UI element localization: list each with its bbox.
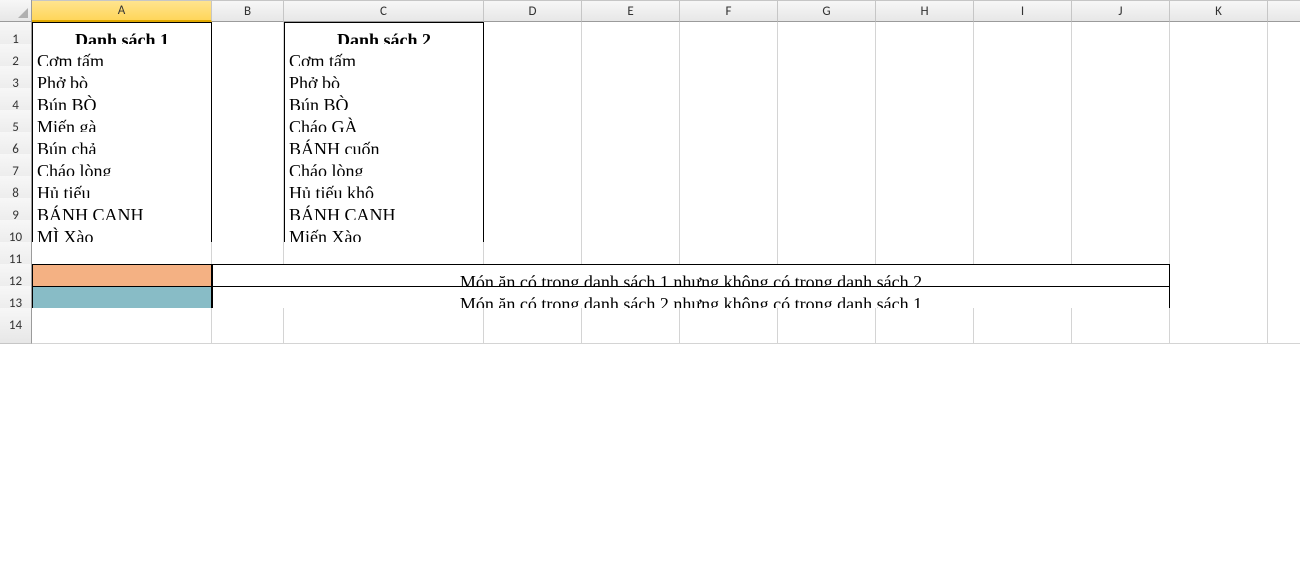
col-header-H[interactable]: H	[876, 0, 974, 22]
col-header-F[interactable]: F	[680, 0, 778, 22]
cell-B14[interactable]	[212, 308, 284, 344]
cell-H14[interactable]	[876, 308, 974, 344]
col-header-I[interactable]: I	[974, 0, 1072, 22]
row-header-14[interactable]: 14	[0, 308, 32, 344]
col-header-L[interactable]: L	[1268, 0, 1300, 22]
col-header-E[interactable]: E	[582, 0, 680, 22]
cell-K14[interactable]	[1170, 308, 1268, 344]
cell-J14[interactable]	[1072, 308, 1170, 344]
cell-C14[interactable]	[284, 308, 484, 344]
cell-E14[interactable]	[582, 308, 680, 344]
col-header-A[interactable]: A	[32, 0, 212, 22]
cell-A14[interactable]	[32, 308, 212, 344]
col-header-B[interactable]: B	[212, 0, 284, 22]
cell-F14[interactable]	[680, 308, 778, 344]
col-header-K[interactable]: K	[1170, 0, 1268, 22]
select-all-corner[interactable]	[0, 0, 32, 22]
cell-G14[interactable]	[778, 308, 876, 344]
col-header-D[interactable]: D	[484, 0, 582, 22]
cell-I14[interactable]	[974, 308, 1072, 344]
cell-L14[interactable]	[1268, 308, 1300, 344]
col-header-G[interactable]: G	[778, 0, 876, 22]
spreadsheet-grid[interactable]: A B C D E F G H I J K L 1 Danh sách 1 Da…	[0, 0, 1300, 330]
cell-D14[interactable]	[484, 308, 582, 344]
col-header-J[interactable]: J	[1072, 0, 1170, 22]
col-header-C[interactable]: C	[284, 0, 484, 22]
